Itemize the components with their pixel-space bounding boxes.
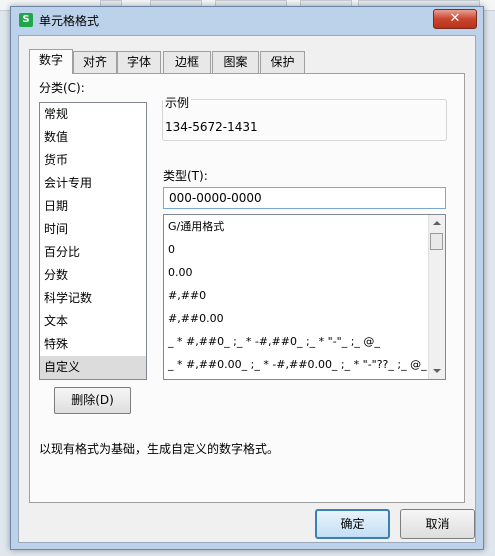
category-item-fraction[interactable]: 分数: [40, 264, 146, 287]
tab-protection[interactable]: 保护: [260, 51, 305, 73]
scroll-up-icon[interactable]: [433, 221, 441, 225]
close-button[interactable]: ✕: [433, 9, 477, 29]
category-item-number[interactable]: 数值: [40, 126, 146, 149]
format-code-list[interactable]: G/通用格式 0 0.00 #,##0 #,##0.00 _ * #,##0_ …: [163, 214, 446, 380]
category-item-special[interactable]: 特殊: [40, 333, 146, 356]
category-item-currency[interactable]: 货币: [40, 149, 146, 172]
sample-legend: 示例: [163, 94, 192, 111]
dialog-title: 单元格格式: [39, 14, 100, 28]
tab-pattern[interactable]: 图案: [212, 51, 259, 73]
format-item-0[interactable]: 0: [164, 238, 430, 261]
title-bar[interactable]: S 单元格格式 ✕: [11, 7, 483, 33]
format-item-0-00[interactable]: 0.00: [164, 261, 430, 284]
format-item-thousands[interactable]: #,##0: [164, 284, 430, 307]
scroll-thumb[interactable]: [430, 233, 443, 250]
category-item-time[interactable]: 时间: [40, 218, 146, 241]
category-list[interactable]: 常规 数值 货币 会计专用 日期 时间 百分比 分数 科学记数 文本 特殊 自定…: [39, 102, 147, 380]
format-cells-dialog: S 单元格格式 ✕ 数字 对齐 字体 边框 图案 保护 分类(C): 常规 数值…: [10, 6, 484, 550]
cancel-button[interactable]: 取消: [400, 509, 475, 539]
wps-app-icon: S: [19, 13, 33, 27]
tab-number[interactable]: 数字: [29, 49, 73, 74]
category-item-text[interactable]: 文本: [40, 310, 146, 333]
category-item-percentage[interactable]: 百分比: [40, 241, 146, 264]
sample-value: 134-5672-1431: [165, 120, 258, 134]
number-tab-panel: 分类(C): 常规 数值 货币 会计专用 日期 时间 百分比 分数 科学记数 文…: [29, 73, 465, 503]
format-item-thousands-decimal[interactable]: #,##0.00: [164, 307, 430, 330]
format-description: 以现有格式为基础，生成自定义的数字格式。: [39, 442, 280, 456]
dialog-body: 数字 对齐 字体 边框 图案 保护 分类(C): 常规 数值 货币 会计专用 日…: [18, 35, 476, 543]
type-input[interactable]: 000-0000-0000: [163, 187, 446, 209]
scroll-down-icon[interactable]: [433, 369, 441, 373]
tab-border[interactable]: 边框: [163, 51, 211, 73]
tab-alignment[interactable]: 对齐: [73, 51, 117, 73]
format-list-scrollbar[interactable]: [428, 215, 445, 379]
category-item-scientific[interactable]: 科学记数: [40, 287, 146, 310]
format-item-general[interactable]: G/通用格式: [164, 215, 430, 238]
delete-button[interactable]: 删除(D): [54, 387, 131, 414]
category-item-accounting[interactable]: 会计专用: [40, 172, 146, 195]
format-item-accounting-decimal[interactable]: _ * #,##0.00_ ;_ * -#,##0.00_ ;_ * "-"??…: [164, 353, 430, 376]
tab-font[interactable]: 字体: [117, 51, 161, 73]
type-label: 类型(T):: [163, 169, 208, 183]
category-label: 分类(C):: [39, 81, 85, 95]
format-item-accounting[interactable]: _ * #,##0_ ;_ * -#,##0_ ;_ * "-"_ ;_ @_: [164, 330, 430, 353]
category-item-general[interactable]: 常规: [40, 103, 146, 126]
category-item-custom[interactable]: 自定义: [40, 356, 146, 379]
ok-button[interactable]: 确定: [315, 509, 390, 539]
category-item-date[interactable]: 日期: [40, 195, 146, 218]
